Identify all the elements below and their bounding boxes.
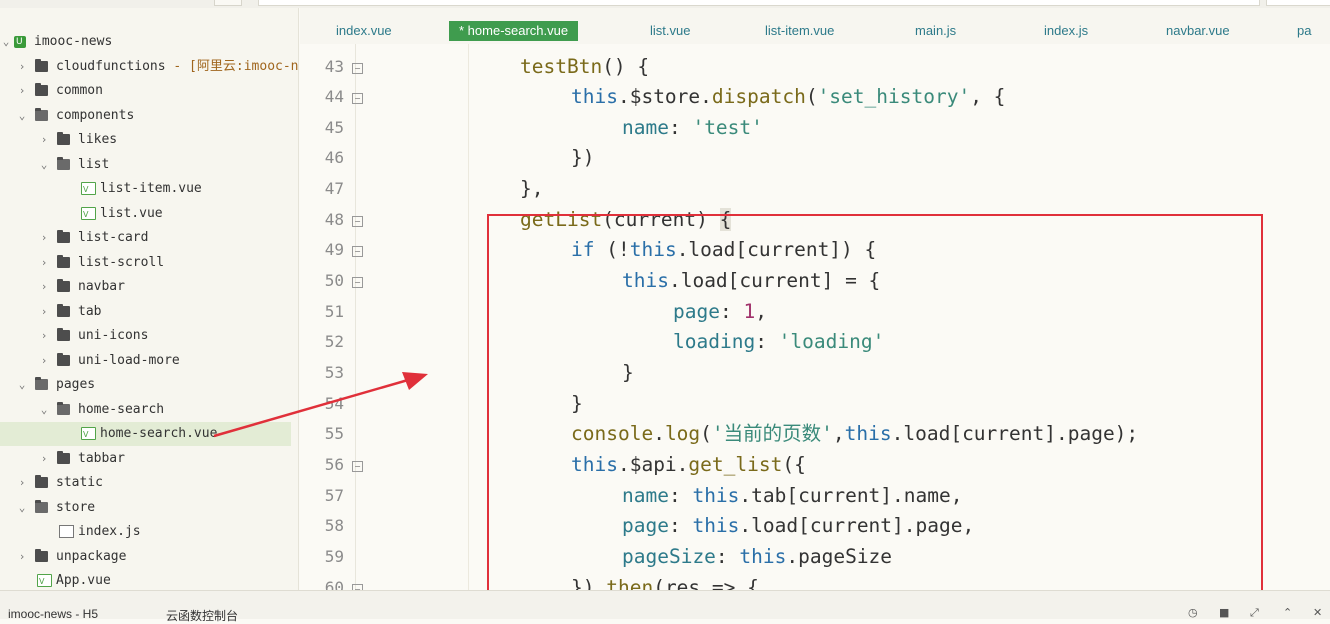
annotation-arrow-icon [213,372,428,438]
status-project-label[interactable]: imooc-news - H5 [8,607,98,621]
stop-icon[interactable]: ■ [1219,607,1229,618]
cloud-console-tab[interactable]: 云函数控制台 [166,607,238,624]
status-bar: imooc-news - H5 云函数控制台 ◷ ■ ⤢ ⌃ ✕ [0,590,1330,623]
expand-icon[interactable]: ⤢ [1250,607,1260,618]
chevron-up-icon[interactable]: ⌃ [1283,607,1293,618]
run-icon[interactable]: ◷ [1188,607,1198,618]
close-icon[interactable]: ✕ [1313,607,1323,618]
